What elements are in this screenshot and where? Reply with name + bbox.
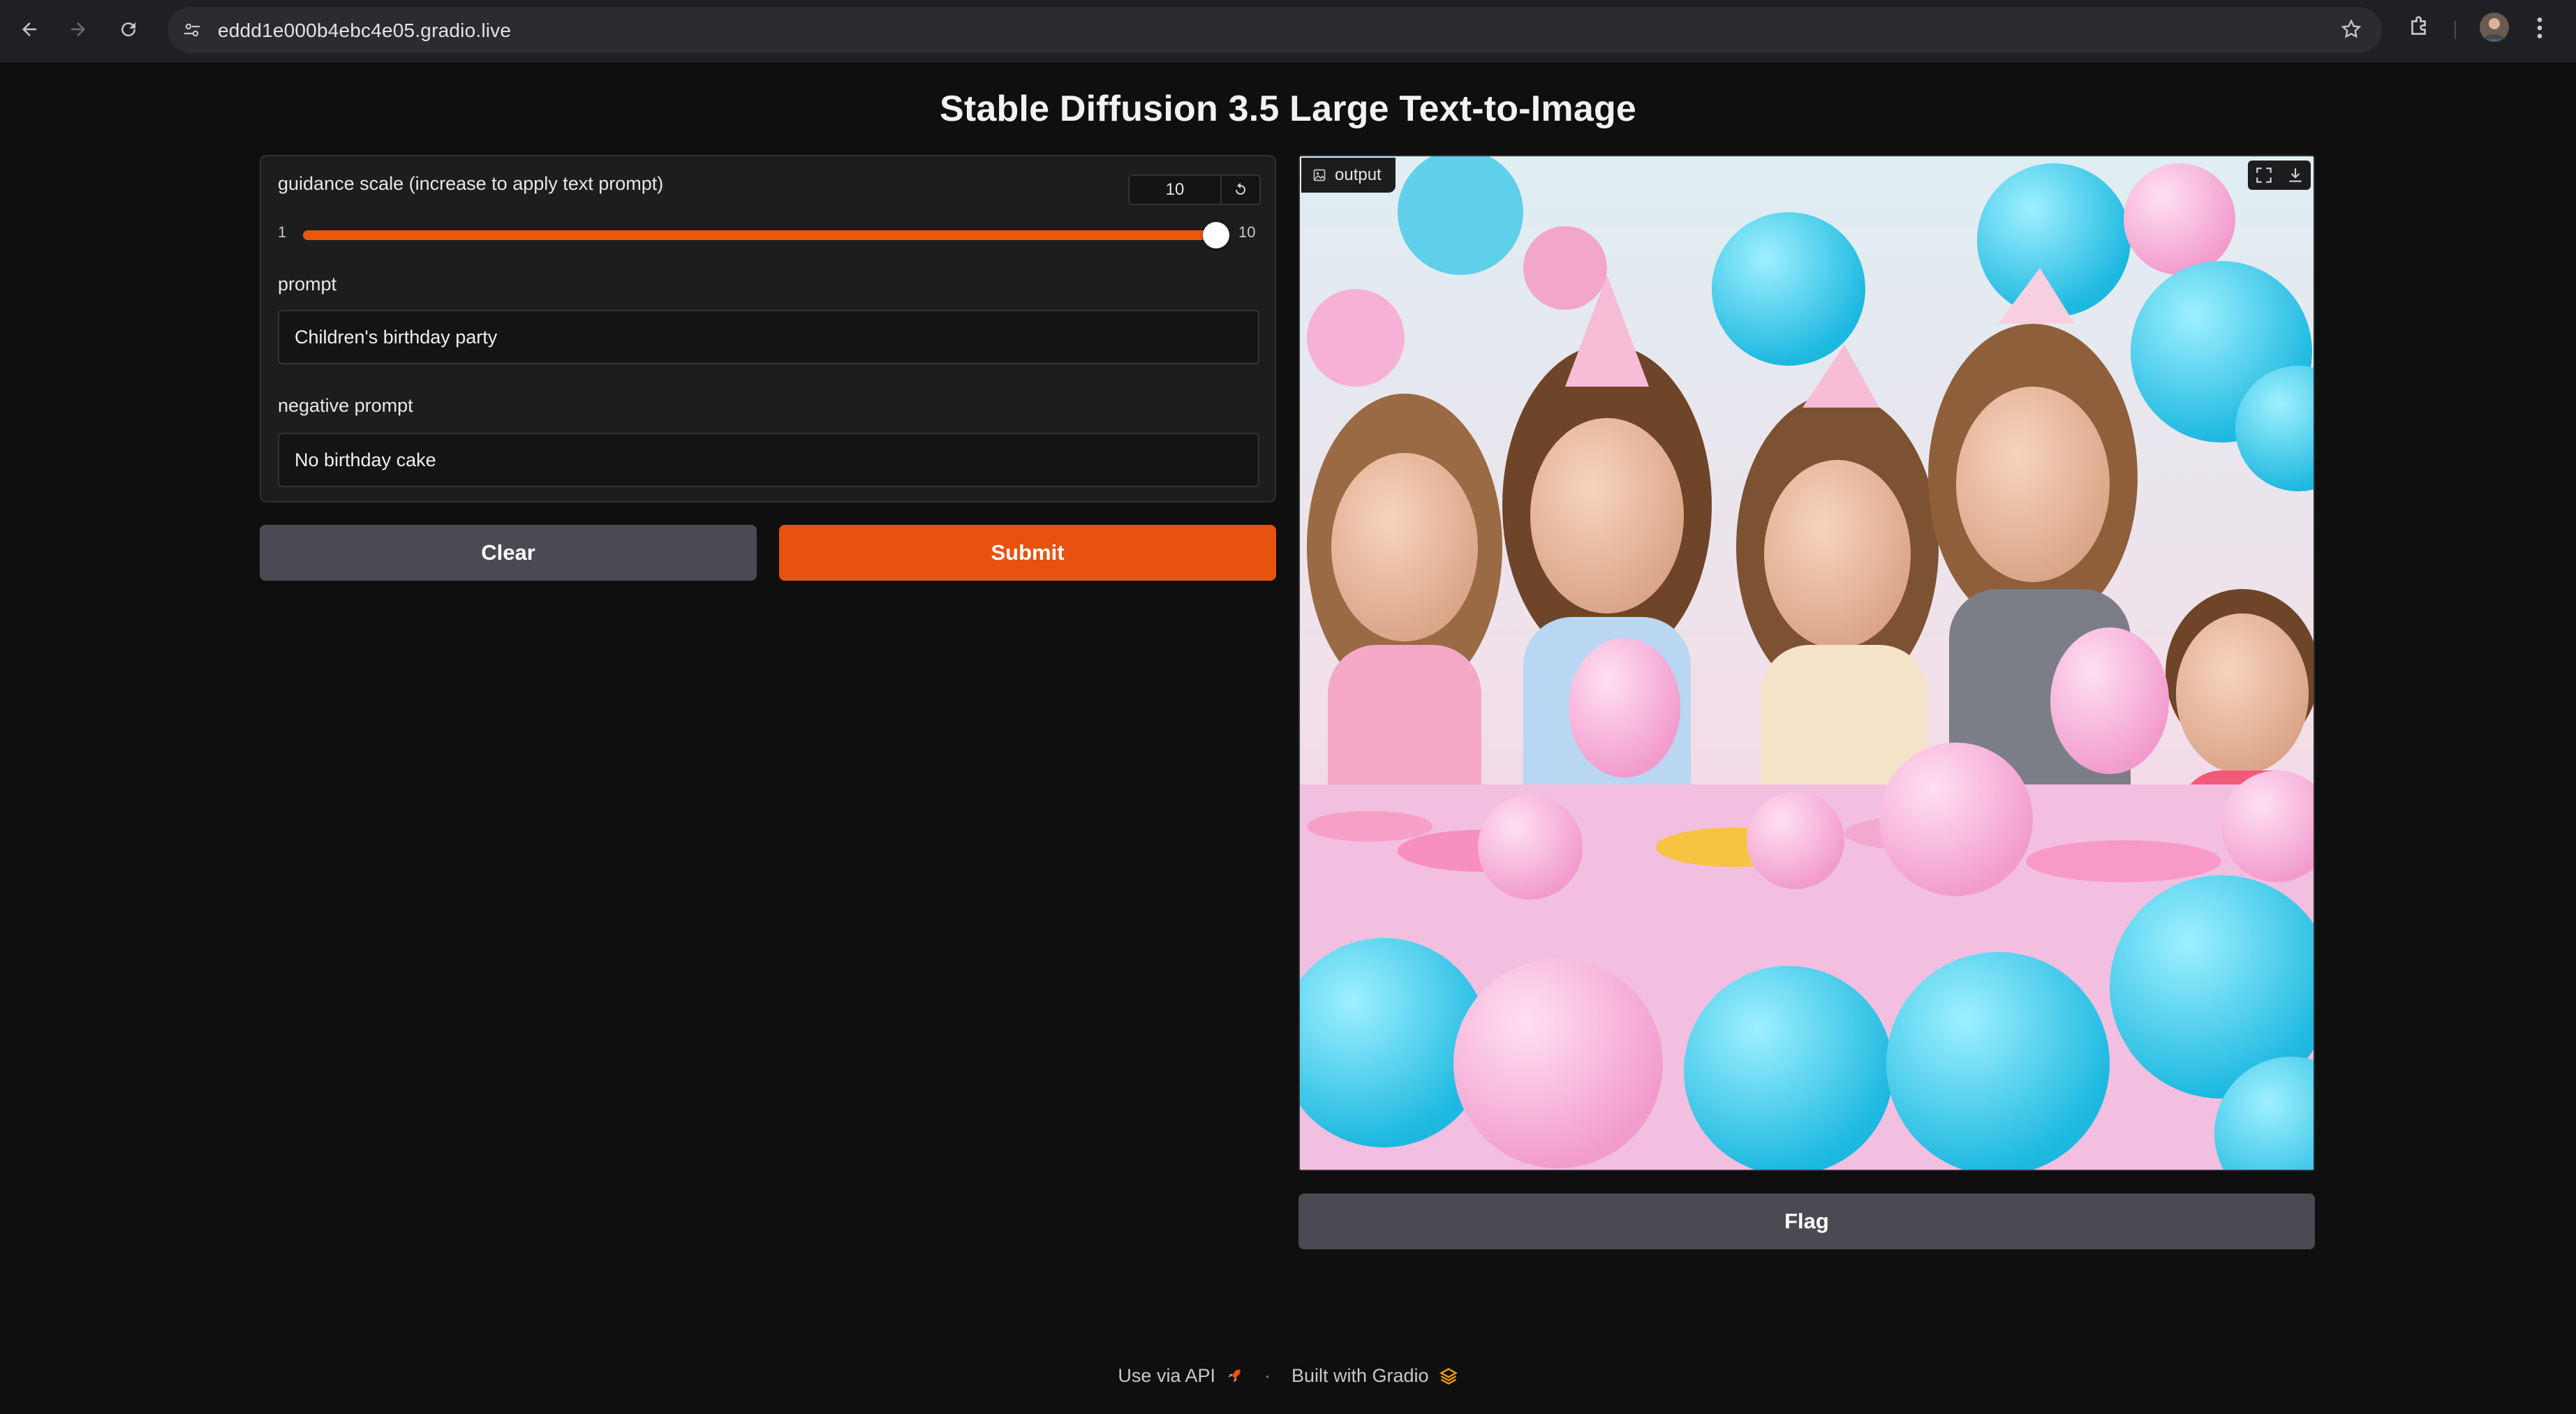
generated-image: [1300, 156, 2314, 1170]
use-via-api-link[interactable]: Use via API: [1118, 1365, 1215, 1387]
input-panel: guidance scale (increase to apply text p…: [260, 155, 1276, 503]
menu-kebab-icon[interactable]: [2533, 14, 2547, 45]
output-image: output: [1298, 155, 2315, 1171]
output-label-tag: output: [1301, 158, 1396, 193]
browser-toolbar: eddd1e000b4ebc4e05.gradio.live: [0, 0, 2576, 62]
reset-icon: [1236, 183, 1245, 195]
reload-icon: [121, 22, 136, 37]
image-icon: [1313, 169, 1326, 181]
download-icon[interactable]: [2286, 166, 2304, 184]
slider-thumb[interactable]: [1203, 222, 1229, 248]
negative-prompt-label: negative prompt: [278, 395, 413, 416]
url-text: eddd1e000b4ebc4e05.gradio.live: [218, 20, 512, 41]
address-bar[interactable]: eddd1e000b4ebc4e05.gradio.live: [168, 7, 2382, 53]
slider-min-label: 1: [278, 223, 287, 241]
forward-button[interactable]: [63, 14, 94, 45]
reset-button[interactable]: [1222, 174, 1261, 205]
output-toolbar: [2248, 161, 2311, 190]
page-title: Stable Diffusion 3.5 Large Text-to-Image: [939, 89, 1637, 129]
built-with-gradio-link[interactable]: Built with Gradio: [1291, 1365, 1429, 1387]
prompt-label: prompt: [278, 274, 337, 295]
fullscreen-icon[interactable]: [2255, 166, 2273, 184]
arrow-right-icon: [71, 22, 85, 36]
bookmark-star-icon[interactable]: [2340, 18, 2362, 44]
prompt-input[interactable]: Children's birthday party: [278, 310, 1259, 364]
rocket-icon: [1228, 1369, 1241, 1383]
extensions-icon[interactable]: [2407, 14, 2432, 43]
site-info-icon[interactable]: [182, 20, 202, 44]
flag-button[interactable]: Flag: [1298, 1193, 2315, 1249]
output-label: output: [1335, 165, 1382, 184]
clear-button[interactable]: Clear: [260, 525, 757, 581]
guidance-scale-label: guidance scale (increase to apply text p…: [278, 173, 664, 194]
slider-fill: [303, 230, 1219, 240]
profile-avatar[interactable]: [2480, 13, 2509, 45]
gradio-logo-icon: [1439, 1367, 1458, 1385]
toolbar-divider: [2455, 21, 2456, 39]
guidance-scale-slider[interactable]: [303, 222, 1229, 248]
footer: Use via API · Built with Gradio: [0, 1365, 2576, 1387]
slider-max-label: 10: [1238, 223, 1256, 241]
negative-prompt-input[interactable]: No birthday cake: [278, 433, 1259, 487]
footer-separator: ·: [1264, 1365, 1271, 1386]
arrow-left-icon: [22, 22, 36, 36]
back-button[interactable]: [14, 14, 45, 45]
reload-button[interactable]: [113, 14, 144, 45]
guidance-scale-number-input[interactable]: 10: [1128, 174, 1222, 205]
submit-button[interactable]: Submit: [779, 525, 1276, 581]
